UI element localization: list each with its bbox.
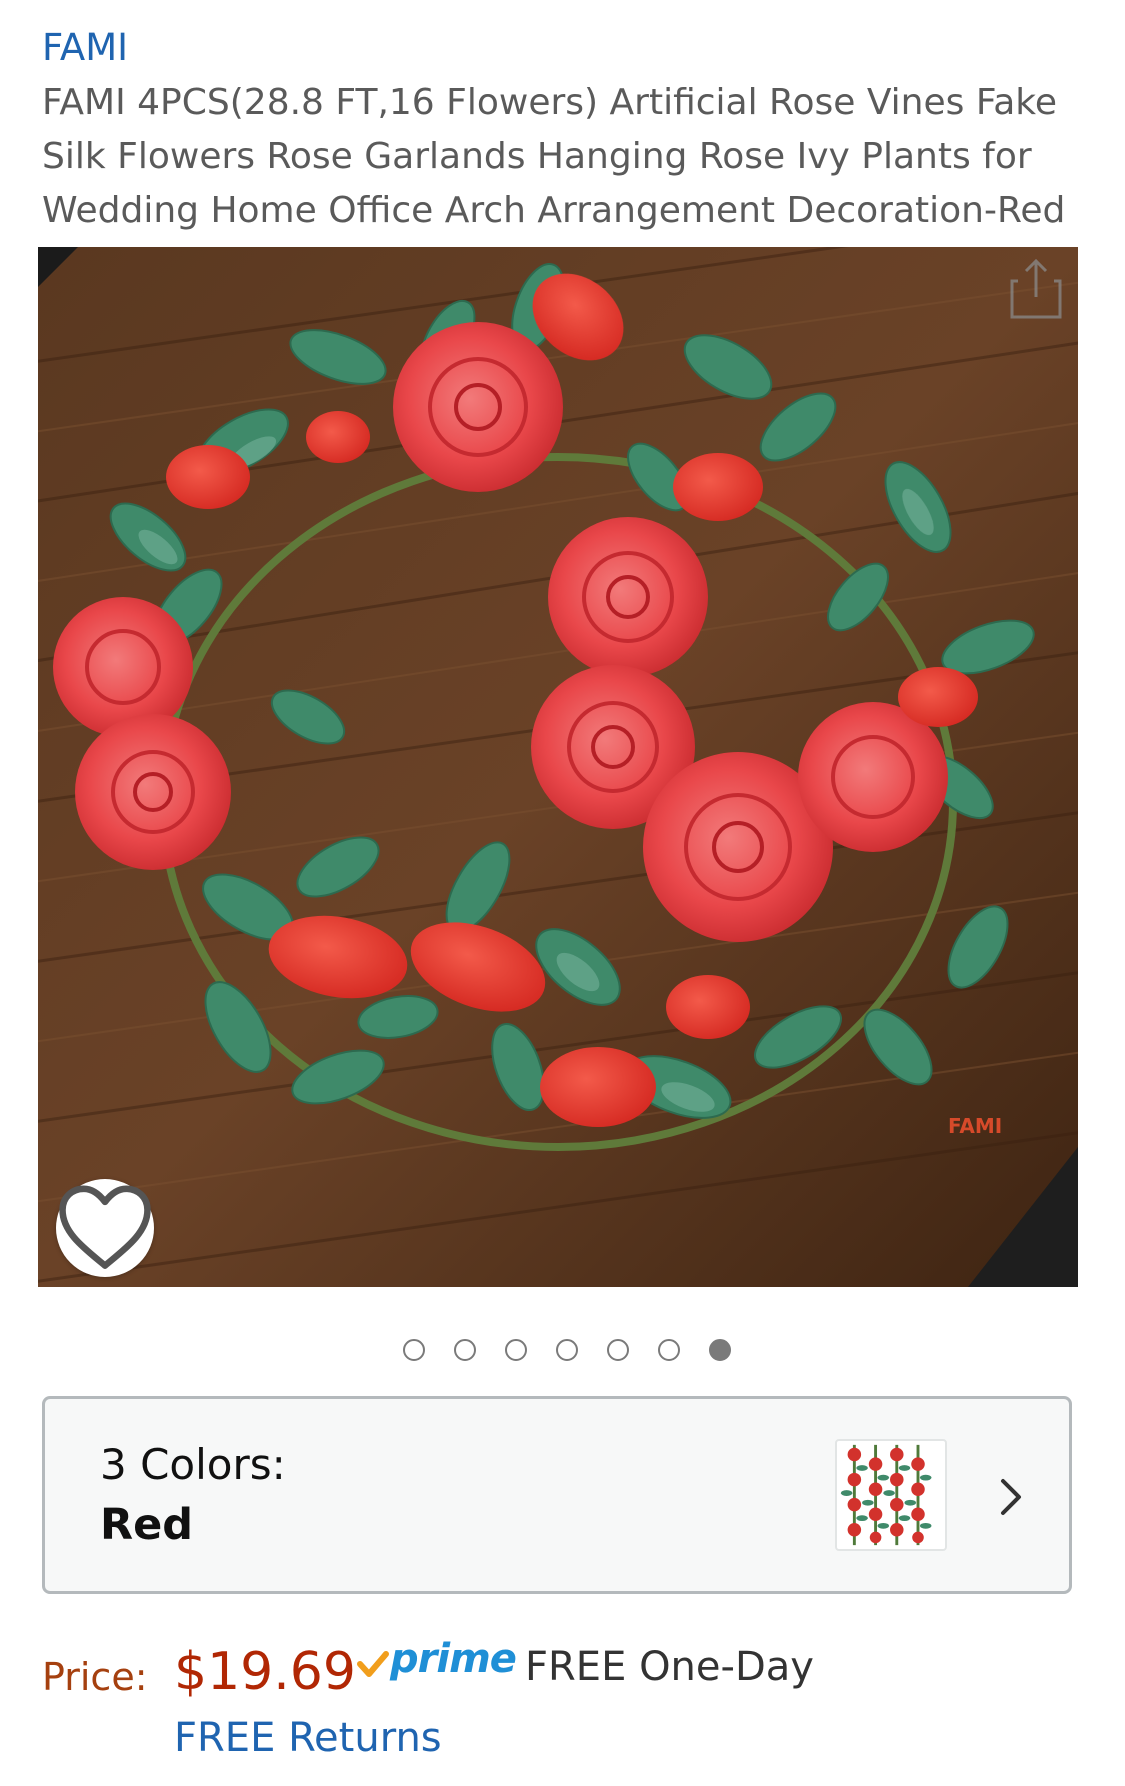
delivery-info: FREE One-Day [525, 1644, 814, 1690]
product-title: FAMI 4PCS(28.8 FT,16 Flowers) Artificial… [42, 82, 1066, 231]
selected-color: Red [100, 1500, 194, 1550]
watermark: FAMI [948, 1114, 1002, 1138]
checkmark-icon [357, 1651, 389, 1677]
brand-link[interactable]: FAMI [42, 24, 128, 72]
share-button[interactable] [1008, 255, 1064, 321]
product-image[interactable]: FAMI [38, 247, 1078, 1287]
carousel-dot[interactable] [505, 1339, 527, 1361]
share-icon [1010, 258, 1062, 319]
price-label: Price: [42, 1655, 148, 1699]
color-swatch-thumbnail [835, 1439, 947, 1551]
favorite-button[interactable] [56, 1179, 154, 1277]
swatch-image [840, 1444, 932, 1546]
carousel-dot[interactable] [403, 1339, 425, 1361]
prime-label: prime [390, 1636, 517, 1682]
variation-label: 3 Colors: [100, 1440, 286, 1489]
free-returns-link[interactable]: FREE Returns [174, 1712, 442, 1764]
heart-icon [59, 1185, 151, 1269]
carousel-dot[interactable] [658, 1339, 680, 1361]
color-variation-selector[interactable]: 3 Colors: Red [42, 1396, 1072, 1594]
prime-badge: prime [356, 1634, 517, 1692]
carousel-dot[interactable] [556, 1339, 578, 1361]
chevron-right-icon [1001, 1479, 1021, 1515]
carousel-dot[interactable] [709, 1339, 731, 1361]
price-value: $19.69 [174, 1642, 356, 1702]
product-photo: FAMI [38, 247, 1078, 1287]
carousel-dot[interactable] [607, 1339, 629, 1361]
carousel-dot[interactable] [454, 1339, 476, 1361]
image-carousel-dots[interactable] [0, 1339, 1125, 1361]
